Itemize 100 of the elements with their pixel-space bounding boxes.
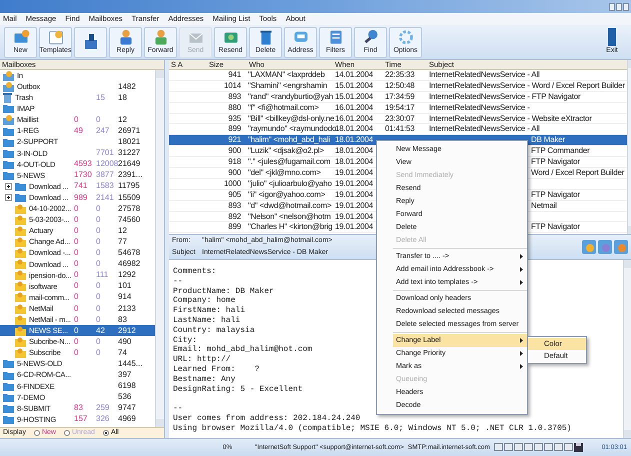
message-row[interactable]: 893 "rand" <randyburtio@yah 15.01.2004 17:34:59 InternetRelatedNewsService - FTP Navigator xyxy=(169,92,627,103)
unread-count: 0 xyxy=(96,214,100,224)
unread-count: 0 xyxy=(96,336,100,346)
new-count: 0 xyxy=(74,348,78,357)
total-count: 74560 xyxy=(118,214,140,224)
time-cell: 17:34:59 xyxy=(385,92,415,101)
total-count: 1292 xyxy=(118,270,136,280)
new-count: 0 xyxy=(74,114,78,124)
subject-cell: InternetRelatedNewsService - xyxy=(429,102,530,112)
user-folder-icon xyxy=(15,204,26,214)
total-count: 101 xyxy=(118,281,132,290)
sender-cell: "Shamini" <engrshamin xyxy=(248,80,328,90)
new-count: 0 xyxy=(74,336,78,346)
size-cell: 899 xyxy=(228,124,241,134)
subject-cell: InternetRelatedNewsService - All xyxy=(429,70,540,79)
scrollbar[interactable] xyxy=(623,260,631,438)
subject-cell: InternetRelatedNewsService - FTP Navigator xyxy=(429,92,581,101)
scrollbar[interactable] xyxy=(626,60,631,234)
folder-icon xyxy=(15,182,26,191)
attachment-icon[interactable] xyxy=(582,240,596,254)
subject-cell: Netmail xyxy=(531,200,557,210)
total-count: 1482 xyxy=(118,82,136,91)
unread-count: 0 xyxy=(96,304,100,313)
radio-button[interactable] xyxy=(34,430,40,436)
folder-icon xyxy=(3,414,14,424)
message-body-line: ProductName: DB Maker xyxy=(173,286,274,296)
message-body-line: Company: home xyxy=(173,296,236,306)
trash-icon xyxy=(3,92,12,103)
unread-count: 7701 xyxy=(96,148,114,158)
message-body-line: Learned From: ? xyxy=(173,364,260,375)
total-count: 31227 xyxy=(118,148,140,158)
user-folder-icon xyxy=(15,292,26,302)
radio-button[interactable] xyxy=(102,430,109,436)
sender-cell: "rand" <randyburtio@yah xyxy=(248,92,334,101)
time-cell: 12:50:48 xyxy=(385,80,415,90)
save-icon[interactable] xyxy=(574,443,583,452)
attachment-icon[interactable] xyxy=(598,240,612,254)
time-cell: 23:30:07 xyxy=(385,114,415,123)
size-cell: 880 xyxy=(228,102,241,112)
total-count: 914 xyxy=(118,292,132,302)
date-cell: 19.01.2004 xyxy=(335,190,374,199)
total-count: 536 xyxy=(118,392,132,402)
folder-icon xyxy=(3,104,14,114)
unread-count: 0 xyxy=(96,348,100,357)
user-folder-icon xyxy=(15,259,26,270)
toolbar-button[interactable] xyxy=(74,26,107,58)
date-cell: 15.01.2004 xyxy=(335,80,374,90)
expand-icon[interactable] xyxy=(5,194,12,202)
size-cell: 941 xyxy=(228,70,241,79)
message-row[interactable]: 1014 "Shamini" <engrshamin 15.01.2004 12:50:48 InternetRelatedNewsService - Word / Excel Report Builder xyxy=(169,80,627,92)
folder-icon xyxy=(3,404,14,413)
message-body-line: User comes from address: 202.184.24.240 xyxy=(173,414,360,424)
subject-cell: FTP Commander xyxy=(531,146,590,156)
unread-count: 326 xyxy=(96,414,110,424)
sender-cell: "julio" <julioarbulo@yaho xyxy=(248,178,332,188)
unread-count: 0 xyxy=(96,226,100,235)
new-count: 0 xyxy=(74,314,78,324)
new-count: 0 xyxy=(74,248,78,258)
folder-icon xyxy=(3,392,14,402)
mailbox-icon xyxy=(3,114,14,125)
user-folder-icon xyxy=(15,304,26,314)
total-count: 2912 xyxy=(118,326,136,335)
size-cell: 918 xyxy=(228,157,241,166)
total-count: 1445... xyxy=(118,358,142,368)
size-cell: 921 xyxy=(228,135,241,144)
sender-cell: "del" <jkl@mno.com> xyxy=(248,168,321,177)
folder-icon xyxy=(3,359,14,368)
unread-count: 12008 xyxy=(96,159,118,168)
size-cell: 893 xyxy=(228,200,241,210)
close-button[interactable] xyxy=(623,2,629,10)
message-body-line: City: xyxy=(173,336,198,345)
folder-icon xyxy=(3,370,14,380)
minimize-button[interactable] xyxy=(609,2,615,10)
new-count: 157 xyxy=(74,414,88,424)
message-body-line: Country: malaysia xyxy=(173,326,255,336)
mailbox-icon xyxy=(3,70,14,81)
total-count: 12 xyxy=(118,226,127,235)
radio-button[interactable] xyxy=(64,430,70,436)
subject-cell: InternetRelatedNewsService - Word / Excel Report Builder xyxy=(429,80,625,90)
sender-cell: "Nelson" <nelson@hotm xyxy=(248,212,331,221)
maximize-button[interactable] xyxy=(616,2,622,10)
folder-icon xyxy=(3,126,14,136)
total-count: 6198 xyxy=(118,381,136,390)
date-cell: 19.01.2004 xyxy=(335,200,374,210)
new-count: 0 xyxy=(74,204,78,213)
message-body-line: Comments: xyxy=(173,267,216,277)
subject-cell: FTP Navigator xyxy=(531,222,580,232)
sender-cell: "d" <dwd@hotmail.com> xyxy=(248,200,332,210)
date-cell: 15.01.2004 xyxy=(335,92,374,101)
unread-count: 111 xyxy=(96,270,108,280)
expand-icon[interactable] xyxy=(5,182,12,190)
date-cell: 18.01.2004 xyxy=(335,124,374,134)
unread-count: 247 xyxy=(96,126,110,136)
message-body-line: DesignRating: 5 - Excellent xyxy=(173,384,303,394)
message-row[interactable]: 935 "Bill" <billkey@dsl-only.ne16.01.2004 23:30:07 InternetRelatedNewsService - Website eXtractor xyxy=(169,114,627,124)
date-cell: 19.01.2004 xyxy=(335,222,374,232)
scrollbar[interactable] xyxy=(155,70,164,427)
message-row[interactable]: 941 "LAXMAN" <laxprddeb 14.01.2004 22:35:33 InternetRelatedNewsService - All xyxy=(169,70,627,81)
message-row[interactable]: 880 "f" <fi@hotmail.com> 16.01.2004 19:54:17 InternetRelatedNewsService - xyxy=(169,102,627,114)
folder-icon xyxy=(15,193,26,202)
